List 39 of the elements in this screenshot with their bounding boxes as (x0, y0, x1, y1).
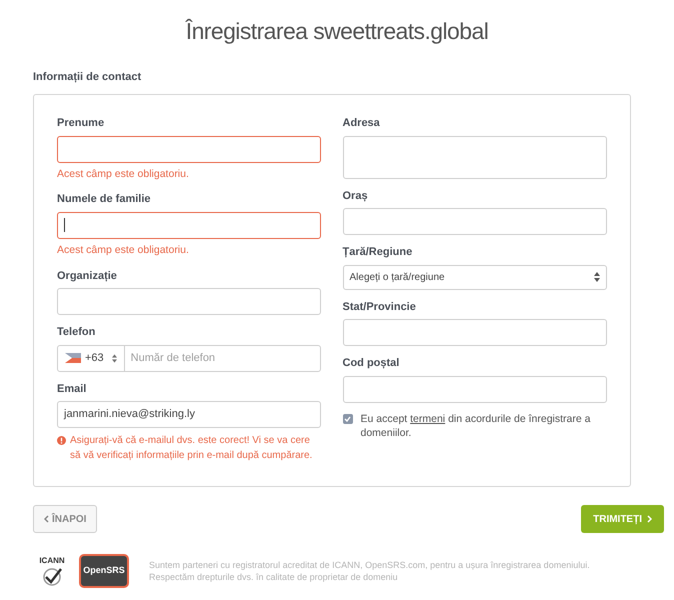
footer-text: Suntem parteneri cu registratorul acreditat de ICANN, OpenSRS.com, pentru a ușura înregistrarea domeniului. Respectăm drepturile dvs. în calitate de proprietar de domeniu (149, 559, 591, 583)
field-label: Organizație (57, 268, 118, 284)
input-field[interactable] (342, 136, 607, 178)
terms-checkbox[interactable] (342, 414, 352, 424)
input-field[interactable] (342, 376, 607, 402)
terms-link[interactable]: termeni (410, 412, 446, 424)
field-label: Cod poștal (342, 356, 400, 371)
terms-text: Eu accept termeni din acordurile de înregistrare a domeniilor. (360, 412, 592, 440)
error-message: Acest câmp este obligatoriu. (57, 166, 190, 182)
chevron-right-icon (647, 515, 652, 523)
field-label: Adresa (342, 116, 381, 131)
input-field[interactable] (342, 319, 607, 346)
phone-field[interactable]: +63 Număr de telefon (57, 344, 320, 372)
country-select[interactable]: Alegeți o țară/regiune (342, 264, 607, 290)
field-label: Țară/Regiune (342, 245, 414, 260)
country-code-select[interactable]: +63 (58, 346, 125, 370)
alert-icon (57, 436, 66, 445)
input-field[interactable]: janmarini.nieva@striking.ly (57, 401, 320, 428)
opensrs-logo: OpenSRS (79, 554, 129, 588)
field-label: Stat/Provincie (342, 300, 417, 314)
field-label: Numele de familie (57, 192, 152, 208)
input-field[interactable] (57, 212, 320, 239)
field-label: Telefon (57, 325, 96, 340)
input-field[interactable] (342, 208, 607, 235)
warning-message: Asigurați-vă că e-mailul dvs. este corect! Vi se va cere să vă verificați informațiile prin e-mail după cumpărare. (70, 434, 314, 463)
field-label: Oraș (342, 188, 369, 204)
input-field[interactable] (57, 136, 320, 162)
input-field[interactable] (57, 288, 320, 315)
flag-icon (65, 353, 81, 363)
field-label: Email (57, 382, 88, 396)
page-title: Înregistrarea sweettreats.global (186, 17, 488, 46)
error-message: Acest câmp este obligatoriu. (57, 242, 190, 258)
updown-icon (594, 272, 600, 282)
field-label: Prenume (57, 116, 106, 131)
icann-logo: ICANN (33, 551, 71, 591)
phone-placeholder: Număr de telefon (130, 350, 216, 366)
section-title: Informații de contact (33, 70, 142, 84)
updown-icon (112, 354, 117, 362)
chevron-left-icon (44, 515, 49, 523)
